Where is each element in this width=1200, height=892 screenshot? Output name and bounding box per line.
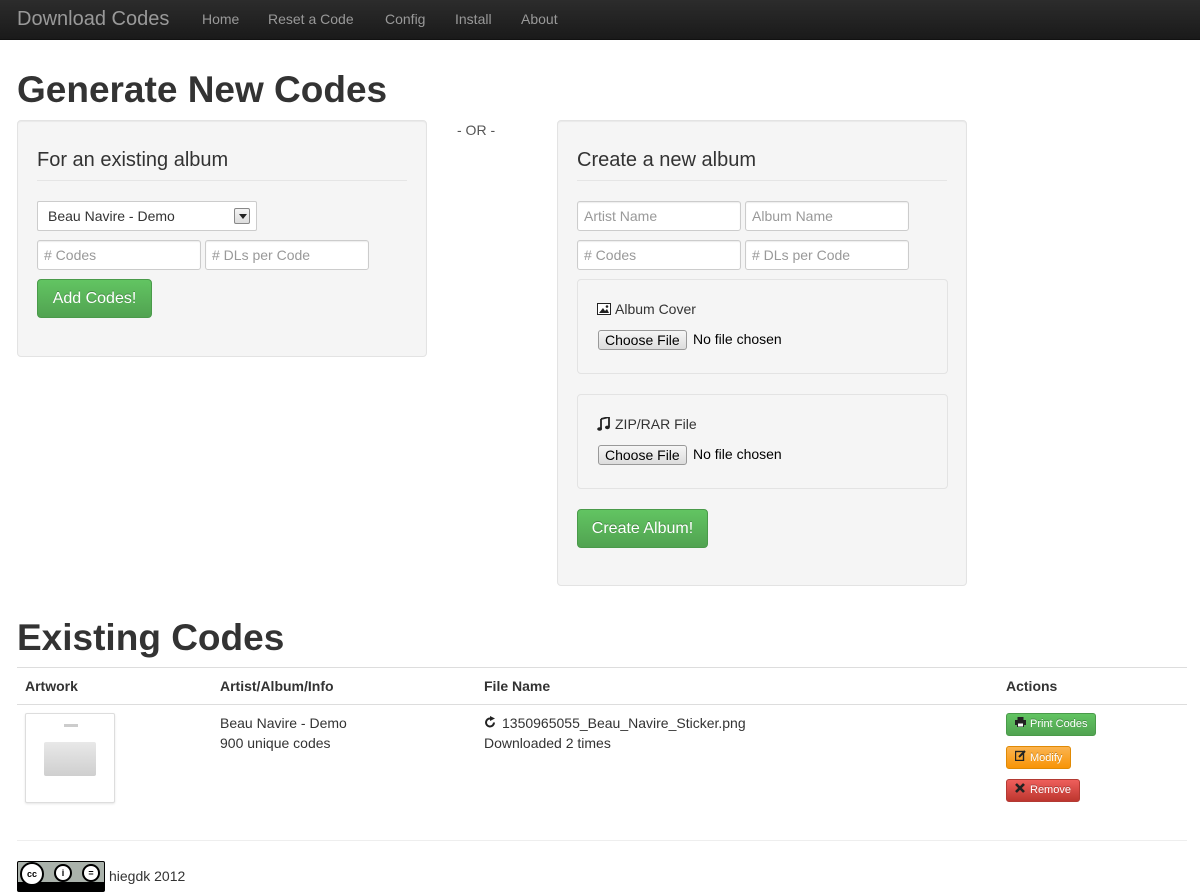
album-cover-label: Album Cover [615, 301, 696, 317]
print-codes-button[interactable]: Print Codes [1006, 713, 1097, 736]
codes-count-input[interactable] [37, 240, 201, 270]
navbar: Download Codes Home Reset a Code Config … [0, 0, 1200, 40]
footer-divider [17, 840, 1187, 841]
nav-reset-code[interactable]: Reset a Code [268, 11, 354, 27]
chevron-down-icon [234, 208, 250, 224]
column-header-artwork: Artwork [25, 678, 78, 694]
cover-file-status: No file chosen [693, 331, 782, 347]
zip-file-label: ZIP/RAR File [615, 416, 697, 432]
nav-about[interactable]: About [521, 11, 558, 27]
column-header-info: Artist/Album/Info [220, 678, 334, 694]
album-cover-section: Album Cover Choose File No file chosen [577, 279, 948, 374]
column-header-file-name: File Name [484, 678, 551, 694]
legend-divider [577, 180, 947, 181]
album-select[interactable]: Beau Navire - Demo [37, 201, 257, 231]
new-album-panel: Create a new album Album Cover Choose Fi… [557, 120, 967, 586]
zip-choose-file-button[interactable]: Choose File [598, 445, 687, 465]
brand-link[interactable]: Download Codes [17, 8, 169, 31]
print-codes-label: Print Codes [1030, 718, 1088, 730]
picture-icon [597, 303, 611, 315]
modify-label: Modify [1030, 752, 1063, 764]
add-codes-button[interactable]: Add Codes! [37, 279, 152, 318]
table-header-rule [17, 704, 1187, 705]
remove-icon [1015, 783, 1027, 796]
or-separator: - OR - [457, 122, 496, 138]
row-file-name[interactable]: 1350965055_Beau_Navire_Sticker.png [502, 713, 746, 733]
album-name-input[interactable] [745, 201, 909, 231]
nav-install[interactable]: Install [455, 11, 492, 27]
legend-divider [37, 180, 407, 181]
new-dls-per-code-input[interactable] [745, 240, 909, 270]
existing-album-panel: For an existing album Beau Navire - Demo… [17, 120, 427, 357]
footer-credit: hiegdk 2012 [109, 868, 186, 884]
music-icon [597, 417, 610, 431]
table-top-rule [17, 667, 1187, 668]
row-code-count: 900 unique codes [220, 735, 331, 751]
artist-name-input[interactable] [577, 201, 741, 231]
nav-config[interactable]: Config [385, 11, 425, 27]
row-download-count: Downloaded 2 times [484, 735, 611, 751]
remove-label: Remove [1030, 784, 1071, 796]
zip-file-section: ZIP/RAR File Choose File No file chosen [577, 394, 948, 489]
new-codes-count-input[interactable] [577, 240, 741, 270]
create-album-button[interactable]: Create Album! [577, 509, 708, 548]
album-artwork-thumbnail [25, 713, 115, 803]
album-select-value: Beau Navire - Demo [48, 208, 175, 224]
remove-button[interactable]: Remove [1006, 779, 1080, 802]
creative-commons-icon[interactable]: cc i = [17, 861, 105, 892]
column-header-actions: Actions [1006, 678, 1058, 694]
modify-button[interactable]: Modify [1006, 746, 1072, 769]
cover-choose-file-button[interactable]: Choose File [598, 330, 687, 350]
row-album-name: Beau Navire - Demo [220, 715, 347, 731]
print-icon [1015, 717, 1027, 730]
dls-per-code-input[interactable] [205, 240, 369, 270]
existing-codes-title: Existing Codes [17, 617, 285, 658]
existing-album-legend: For an existing album [37, 149, 229, 171]
share-icon [485, 716, 495, 728]
nav-home[interactable]: Home [202, 11, 239, 27]
zip-file-status: No file chosen [693, 446, 782, 462]
new-album-legend: Create a new album [577, 149, 756, 171]
page-title: Generate New Codes [17, 69, 388, 110]
edit-icon [1014, 750, 1027, 764]
